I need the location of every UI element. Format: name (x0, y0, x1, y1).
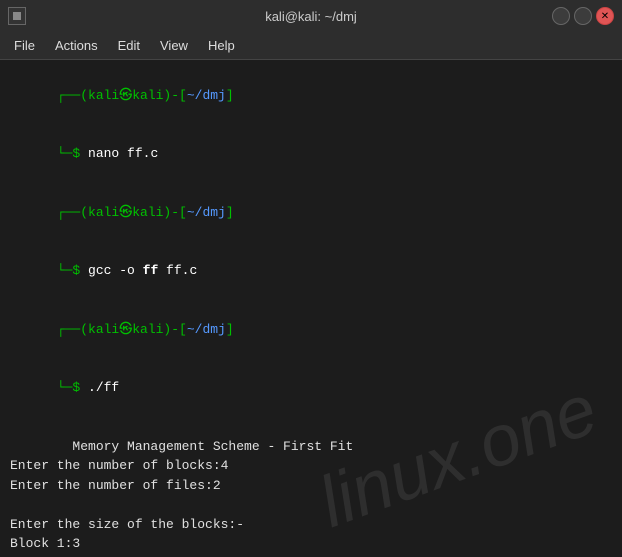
terminal-line: ┌──(kali㉿kali)-[~/dmj] (10, 183, 612, 242)
title-bar-left (8, 7, 26, 25)
prompt-user: ┌──(kali㉿kali)-[~/dmj] (57, 205, 234, 220)
menu-actions[interactable]: Actions (45, 34, 108, 57)
output-line: Block 2:2 (10, 554, 612, 557)
prompt-dollar: └─$ (57, 380, 88, 395)
output-line: Block 1:3 (10, 534, 612, 554)
close-button[interactable]: ✕ (596, 7, 614, 25)
blank-line (10, 417, 612, 437)
minimize-button[interactable] (552, 7, 570, 25)
output-line: Enter the number of files:2 (10, 476, 612, 496)
menu-bar: File Actions Edit View Help (0, 32, 622, 60)
menu-edit[interactable]: Edit (108, 34, 150, 57)
prompt-dollar: └─$ (57, 263, 88, 278)
command-text: ./ff (88, 380, 119, 395)
window-title: kali@kali: ~/dmj (265, 9, 357, 24)
title-bar: kali@kali: ~/dmj ✕ (0, 0, 622, 32)
window-controls: ✕ (552, 7, 614, 25)
prompt-user: ┌──(kali㉿kali)-[~/dmj] (57, 322, 234, 337)
command-text: nano ff.c (88, 146, 158, 161)
menu-view[interactable]: View (150, 34, 198, 57)
output-line: Enter the size of the blocks:- (10, 515, 612, 535)
terminal-body[interactable]: ┌──(kali㉿kali)-[~/dmj] └─$ nano ff.c ┌──… (0, 60, 622, 557)
terminal-line: ┌──(kali㉿kali)-[~/dmj] (10, 66, 612, 125)
command-text: gcc -o ff ff.c (88, 263, 197, 278)
prompt-dollar: └─$ (57, 146, 88, 161)
terminal-line: ┌──(kali㉿kali)-[~/dmj] (10, 300, 612, 359)
output-line: Enter the number of blocks:4 (10, 456, 612, 476)
terminal-line: └─$ nano ff.c (10, 125, 612, 184)
maximize-button[interactable] (574, 7, 592, 25)
terminal-icon (8, 7, 26, 25)
terminal-line: └─$ gcc -o ff ff.c (10, 242, 612, 301)
terminal-window: kali@kali: ~/dmj ✕ File Actions Edit Vie… (0, 0, 622, 557)
terminal-line: └─$ ./ff (10, 359, 612, 418)
prompt-user: ┌──(kali㉿kali)-[~/dmj] (57, 88, 234, 103)
blank-line (10, 495, 612, 515)
output-line: Memory Management Scheme - First Fit (10, 437, 612, 457)
menu-file[interactable]: File (4, 34, 45, 57)
menu-help[interactable]: Help (198, 34, 245, 57)
